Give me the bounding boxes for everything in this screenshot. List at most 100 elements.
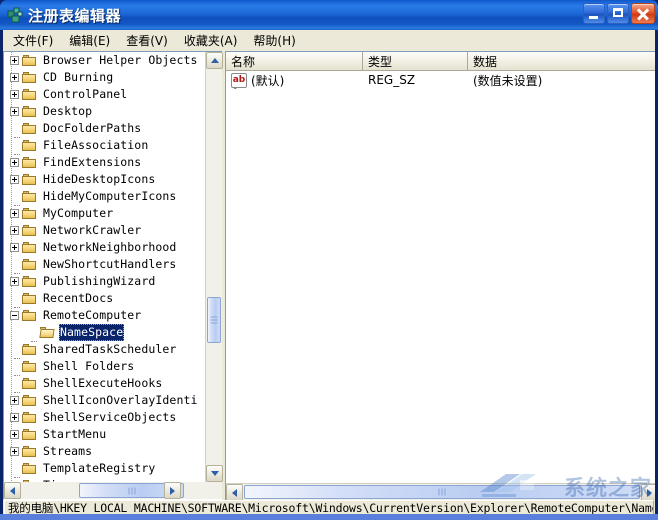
tree-node-label: ShellServiceObjects bbox=[43, 410, 177, 424]
tree-scroll-down-button[interactable] bbox=[206, 465, 223, 482]
tree-scroll-thumb[interactable] bbox=[207, 297, 221, 343]
tree-node-label: FindExtensions bbox=[43, 155, 142, 169]
values-column-headers: 名称 类型 数据 bbox=[226, 52, 655, 71]
tree-node[interactable]: NetworkCrawler bbox=[4, 222, 205, 239]
column-header-data[interactable]: 数据 bbox=[468, 52, 655, 70]
expand-icon[interactable] bbox=[10, 413, 19, 422]
menu-file[interactable]: 文件(F) bbox=[5, 30, 61, 51]
tree-node-label: PublishingWizard bbox=[43, 274, 156, 288]
folder-icon bbox=[22, 88, 38, 101]
tree-node[interactable]: HideDesktopIcons bbox=[4, 171, 205, 188]
expand-icon[interactable] bbox=[10, 277, 19, 286]
values-list: ab (默认) REG_SZ (数值未设置) bbox=[226, 71, 655, 500]
folder-icon bbox=[22, 377, 38, 390]
expand-icon[interactable] bbox=[10, 107, 19, 116]
menu-help[interactable]: 帮助(H) bbox=[245, 30, 303, 51]
expand-icon[interactable] bbox=[10, 90, 19, 99]
tree-node-label: NetworkCrawler bbox=[43, 223, 142, 237]
folder-icon bbox=[22, 343, 38, 356]
menu-view[interactable]: 查看(V) bbox=[118, 30, 176, 51]
expand-icon[interactable] bbox=[10, 243, 19, 252]
tree-node-label: DocFolderPaths bbox=[43, 121, 142, 135]
folder-open-icon bbox=[39, 326, 55, 339]
tree-node-label: CD Burning bbox=[43, 70, 114, 84]
tree-node[interactable]: FileAssociation bbox=[4, 137, 205, 155]
tree-node[interactable]: NetworkNeighborhood bbox=[4, 239, 205, 256]
values-hscroll-thumb[interactable] bbox=[244, 485, 640, 499]
tree-node-label: NetworkNeighborhood bbox=[43, 240, 177, 254]
registry-tree: Browser Helper Objects CD Burning ControlP… bbox=[4, 52, 205, 482]
folder-icon bbox=[22, 462, 38, 475]
tree-node[interactable]: FindExtensions bbox=[4, 154, 205, 171]
tree-node[interactable]: HideMyComputerIcons bbox=[4, 188, 205, 206]
tree-scroll-left-button[interactable] bbox=[4, 482, 21, 499]
folder-icon bbox=[22, 105, 38, 118]
expand-icon[interactable] bbox=[10, 396, 19, 405]
folder-icon bbox=[22, 122, 38, 135]
folder-icon bbox=[22, 241, 38, 254]
expand-icon[interactable] bbox=[10, 430, 19, 439]
client-area: Browser Helper Objects CD Burning ControlP… bbox=[0, 51, 658, 500]
values-list-pane: 名称 类型 数据 ab (默认) REG_SZ (数值未设置) bbox=[225, 51, 655, 500]
tree-node-selected[interactable]: NameSpace bbox=[4, 324, 205, 342]
tree-scroll-right-button[interactable] bbox=[164, 482, 181, 499]
tree-node[interactable]: PublishingWizard bbox=[4, 273, 205, 290]
tree-scroll-up-button[interactable] bbox=[206, 52, 223, 69]
column-header-name[interactable]: 名称 bbox=[226, 52, 363, 70]
tree-node-label: ShellExecuteHooks bbox=[43, 376, 163, 390]
expand-icon[interactable] bbox=[10, 175, 19, 184]
expand-icon[interactable] bbox=[10, 447, 19, 456]
column-header-type[interactable]: 类型 bbox=[363, 52, 468, 70]
expand-icon[interactable] bbox=[10, 56, 19, 65]
tree-node[interactable]: ShellIconOverlayIdenti bbox=[4, 392, 205, 409]
values-scroll-left-button[interactable] bbox=[226, 484, 243, 500]
expand-icon[interactable] bbox=[10, 209, 19, 218]
tree-node[interactable]: Browser Helper Objects bbox=[4, 52, 205, 69]
expand-icon[interactable] bbox=[10, 158, 19, 167]
tree-node[interactable]: ShellServiceObjects bbox=[4, 409, 205, 426]
folder-icon bbox=[22, 71, 38, 84]
tree-node-label: StartMenu bbox=[43, 427, 107, 441]
tree-node[interactable]: TemplateRegistry bbox=[4, 460, 205, 478]
expand-icon[interactable] bbox=[10, 73, 19, 82]
menu-favorites[interactable]: 收藏夹(A) bbox=[176, 30, 246, 51]
values-horizontal-scrollbar[interactable] bbox=[226, 483, 655, 500]
folder-icon bbox=[22, 292, 38, 305]
tree-node-label: Browser Helper Objects bbox=[43, 53, 198, 67]
window-title: 注册表编辑器 bbox=[28, 6, 122, 25]
tree-node[interactable]: StartMenu bbox=[4, 426, 205, 443]
value-type: REG_SZ bbox=[368, 73, 416, 87]
registry-editor-window: 注册表编辑器 文件(F) 编辑(E) 查看(V) 收藏夹(A) 帮助(H) Br… bbox=[0, 0, 658, 520]
maximize-button[interactable] bbox=[607, 3, 629, 24]
tree-node[interactable]: Shell Folders bbox=[4, 358, 205, 376]
tree-node[interactable]: SharedTaskScheduler bbox=[4, 341, 205, 359]
tree-node[interactable]: Streams bbox=[4, 443, 205, 460]
tree-node[interactable]: MyComputer bbox=[4, 205, 205, 222]
collapse-icon[interactable] bbox=[10, 311, 19, 320]
tree-node[interactable]: DocFolderPaths bbox=[4, 120, 205, 138]
tree-node-label: MyComputer bbox=[43, 206, 114, 220]
folder-icon bbox=[22, 156, 38, 169]
values-scroll-right-button[interactable] bbox=[641, 484, 655, 500]
folder-icon bbox=[22, 394, 38, 407]
expand-icon[interactable] bbox=[10, 226, 19, 235]
folder-icon bbox=[22, 258, 38, 271]
menu-edit[interactable]: 编辑(E) bbox=[61, 30, 118, 51]
menu-bar: 文件(F) 编辑(E) 查看(V) 收藏夹(A) 帮助(H) bbox=[0, 30, 658, 51]
tree-node-label: FileAssociation bbox=[43, 138, 149, 152]
tree-node[interactable]: CD Burning bbox=[4, 69, 205, 86]
tree-vertical-scrollbar[interactable] bbox=[205, 52, 223, 482]
tree-node[interactable]: RecentDocs bbox=[4, 290, 205, 308]
folder-icon bbox=[22, 173, 38, 186]
value-name: (默认) bbox=[251, 73, 285, 88]
tree-node[interactable]: ControlPanel bbox=[4, 86, 205, 103]
minimize-button[interactable] bbox=[583, 3, 605, 24]
table-row[interactable]: ab (默认) REG_SZ (数值未设置) bbox=[226, 71, 655, 89]
close-button[interactable] bbox=[631, 3, 655, 24]
tree-horizontal-scrollbar[interactable] bbox=[4, 482, 222, 499]
folder-icon bbox=[22, 411, 38, 424]
tree-node[interactable]: NewShortcutHandlers bbox=[4, 256, 205, 274]
tree-node[interactable]: Desktop bbox=[4, 103, 205, 120]
tree-node[interactable]: ShellExecuteHooks bbox=[4, 375, 205, 393]
tree-node[interactable]: RemoteComputer bbox=[4, 307, 205, 324]
